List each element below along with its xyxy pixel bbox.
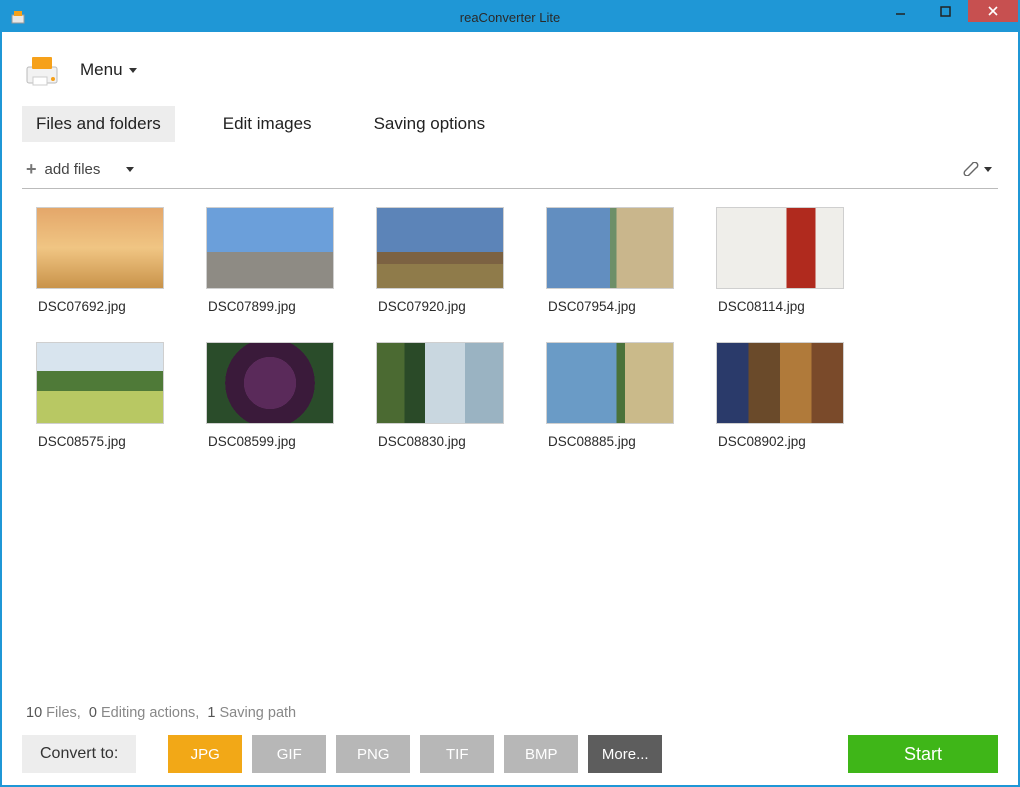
thumbnail-grid: DSC07692.jpg DSC07899.jpg DSC07920.jpg D…	[22, 207, 998, 449]
window-controls	[878, 2, 1018, 32]
thumbnail	[376, 207, 504, 289]
format-buttons: JPG GIF PNG TIF BMP More...	[168, 735, 662, 773]
caret-down-icon	[129, 68, 137, 73]
format-tif[interactable]: TIF	[420, 735, 494, 773]
printer-icon	[22, 52, 62, 88]
thumbnail	[206, 207, 334, 289]
wrench-icon	[962, 162, 980, 176]
file-item[interactable]: DSC08114.jpg	[716, 207, 856, 314]
divider	[22, 188, 998, 189]
toolbar: + add files	[22, 152, 998, 186]
close-button[interactable]	[968, 0, 1018, 22]
caret-down-icon	[126, 167, 134, 172]
thumbnail	[36, 207, 164, 289]
menu-label: Menu	[80, 60, 123, 80]
thumbnail	[546, 207, 674, 289]
convert-to-label: Convert to:	[22, 735, 136, 773]
client-area: Menu Files and folders Edit images Savin…	[2, 32, 1018, 785]
thumbnail	[206, 342, 334, 424]
format-more[interactable]: More...	[588, 735, 662, 773]
format-png[interactable]: PNG	[336, 735, 410, 773]
file-item[interactable]: DSC08902.jpg	[716, 342, 856, 449]
paths-count: 1	[207, 705, 215, 721]
file-name: DSC08114.jpg	[716, 299, 856, 314]
tab-files-folders[interactable]: Files and folders	[22, 106, 175, 142]
actions-count: 0	[89, 705, 97, 721]
thumbnail	[36, 342, 164, 424]
titlebar: reaConverter Lite	[2, 2, 1018, 32]
add-files-label: add files	[45, 161, 101, 178]
thumbnail	[546, 342, 674, 424]
file-item[interactable]: DSC07899.jpg	[206, 207, 346, 314]
file-name: DSC08575.jpg	[36, 434, 176, 449]
tab-edit-images[interactable]: Edit images	[209, 106, 326, 142]
file-item[interactable]: DSC08830.jpg	[376, 342, 516, 449]
files-count: 10	[26, 705, 42, 721]
window-title: reaConverter Lite	[2, 10, 1018, 25]
file-item[interactable]: DSC08575.jpg	[36, 342, 176, 449]
maximize-button[interactable]	[923, 0, 968, 22]
file-item[interactable]: DSC08599.jpg	[206, 342, 346, 449]
file-name: DSC08902.jpg	[716, 434, 856, 449]
file-name: DSC08599.jpg	[206, 434, 346, 449]
thumbnail	[376, 342, 504, 424]
format-bmp[interactable]: BMP	[504, 735, 578, 773]
caret-down-icon	[984, 167, 992, 172]
thumbnail	[716, 207, 844, 289]
add-files-button[interactable]: + add files	[24, 156, 136, 182]
format-jpg[interactable]: JPG	[168, 735, 242, 773]
tabs: Files and folders Edit images Saving opt…	[22, 106, 998, 142]
start-button[interactable]: Start	[848, 735, 998, 773]
app-icon-small	[9, 8, 27, 26]
file-name: DSC07954.jpg	[546, 299, 686, 314]
status-bar: 10 Files, 0 Editing actions, 1 Saving pa…	[22, 699, 998, 735]
minimize-button[interactable]	[878, 0, 923, 22]
thumbnail	[716, 342, 844, 424]
plus-icon: +	[26, 160, 37, 178]
menu-dropdown[interactable]: Menu	[74, 56, 143, 84]
file-item[interactable]: DSC08885.jpg	[546, 342, 686, 449]
file-name: DSC07692.jpg	[36, 299, 176, 314]
app-window: reaConverter Lite	[0, 0, 1020, 787]
file-item[interactable]: DSC07954.jpg	[546, 207, 686, 314]
file-name: DSC07899.jpg	[206, 299, 346, 314]
menu-row: Menu	[22, 52, 998, 88]
tab-saving-options[interactable]: Saving options	[360, 106, 500, 142]
settings-button[interactable]	[958, 158, 996, 180]
file-name: DSC07920.jpg	[376, 299, 516, 314]
format-gif[interactable]: GIF	[252, 735, 326, 773]
bottom-bar: Convert to: JPG GIF PNG TIF BMP More... …	[22, 735, 998, 773]
file-item[interactable]: DSC07692.jpg	[36, 207, 176, 314]
file-name: DSC08830.jpg	[376, 434, 516, 449]
file-item[interactable]: DSC07920.jpg	[376, 207, 516, 314]
file-name: DSC08885.jpg	[546, 434, 686, 449]
